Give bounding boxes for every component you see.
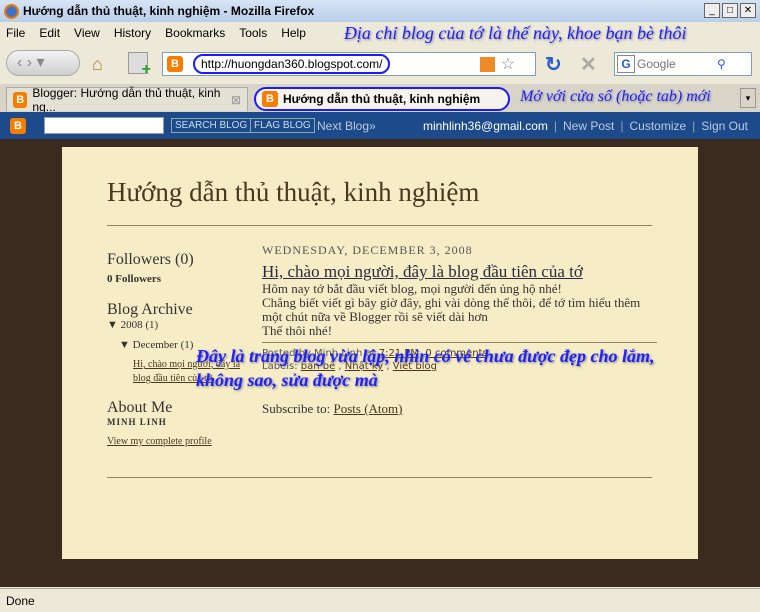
flag-blog-button[interactable]: FLAG BLOG xyxy=(250,118,315,133)
user-email: minhlinh36@gmail.com xyxy=(422,118,548,133)
post-title[interactable]: Hi, chào mọi người, đây là blog đầu tiên… xyxy=(262,262,657,282)
star-icon[interactable]: ☆ xyxy=(501,54,515,74)
menu-view[interactable]: View xyxy=(74,26,100,40)
followers-count: 0 Followers xyxy=(107,273,162,285)
firefox-icon xyxy=(4,3,19,19)
subscribe-link[interactable]: Posts (Atom) xyxy=(334,401,403,416)
google-icon[interactable]: G xyxy=(617,55,635,73)
home-icon[interactable]: ⌂ xyxy=(92,54,103,75)
blogger-navbar: B SEARCH BLOG FLAG BLOG Next Blog» minhl… xyxy=(0,112,760,139)
blogger-logo[interactable]: B xyxy=(10,117,26,134)
archive-heading: Blog Archive xyxy=(107,301,193,318)
page-annotation: Đây là trang blog vừa lập, nhìn có vẻ ch… xyxy=(196,346,655,390)
close-button[interactable]: ✕ xyxy=(740,3,756,18)
blogger-favicon: B xyxy=(262,91,278,107)
post-line: Thế thôi nhé! xyxy=(262,323,333,338)
post-body: Hôm nay tớ bắt đầu viết blog, mọi người … xyxy=(262,282,657,338)
menu-bar: File Edit View History Bookmarks Tools H… xyxy=(0,22,760,44)
tab-list-button[interactable]: ▾ xyxy=(740,88,756,108)
window-title: Hướng dẫn thủ thuật, kinh nghiệm - Mozil… xyxy=(23,4,315,18)
tab-blogger[interactable]: B Blogger: Hướng dẫn thủ thuật, kinh ng.… xyxy=(6,85,248,114)
tab-blog-active[interactable]: B Hướng dẫn thủ thuật, kinh nghiệm xyxy=(254,87,510,111)
reload-icon[interactable]: ↻ xyxy=(545,52,562,77)
url-text[interactable]: http://huongdan360.blogspot.com/ xyxy=(193,54,391,74)
tab-label: Hướng dẫn thủ thuật, kinh nghiệm xyxy=(283,92,481,106)
tab-label: Blogger: Hướng dẫn thủ thuật, kinh ng... xyxy=(32,85,221,114)
tab-annotation: Mở với cửa sổ (hoặc tab) mới xyxy=(520,88,711,105)
close-tab-icon[interactable]: ⊠ xyxy=(231,93,241,107)
add-bookmark-icon[interactable] xyxy=(128,52,151,79)
new-post-link[interactable]: New Post xyxy=(563,119,614,133)
about-heading: About Me xyxy=(107,399,173,416)
search-icon[interactable]: ⚲ xyxy=(717,57,726,71)
menu-bookmarks[interactable]: Bookmarks xyxy=(165,26,225,40)
blog-title: Hướng dẫn thủ thuật, kinh nghiệm xyxy=(107,177,480,207)
next-blog-link[interactable]: Next Blog» xyxy=(317,119,376,133)
address-bar[interactable]: B http://huongdan360.blogspot.com/ ☆ xyxy=(162,52,536,76)
post-line: Hôm nay tớ bắt đầu viết blog, mọi người … xyxy=(262,281,562,296)
sign-out-link[interactable]: Sign Out xyxy=(701,119,748,133)
title-bar: Hướng dẫn thủ thuật, kinh nghiệm - Mozil… xyxy=(0,0,760,22)
blogger-favicon: B xyxy=(167,56,183,72)
stop-icon[interactable]: ✕ xyxy=(580,52,597,77)
tab-bar: B Blogger: Hướng dẫn thủ thuật, kinh ng.… xyxy=(0,84,760,114)
menu-file[interactable]: File xyxy=(6,26,25,40)
archive-year[interactable]: ▼ 2008 (1) xyxy=(107,319,247,331)
post-date: Wednesday, December 3, 2008 xyxy=(262,243,473,257)
menu-history[interactable]: History xyxy=(114,26,151,40)
customize-link[interactable]: Customize xyxy=(629,119,686,133)
subscribe-label: Subscribe to: xyxy=(262,401,331,416)
menu-edit[interactable]: Edit xyxy=(39,26,60,40)
menu-tools[interactable]: Tools xyxy=(239,26,267,40)
search-blog-button[interactable]: SEARCH BLOG xyxy=(171,118,252,133)
status-text: Done xyxy=(6,593,35,608)
search-input[interactable] xyxy=(637,57,717,71)
blog-search-input[interactable] xyxy=(44,117,164,134)
menu-help[interactable]: Help xyxy=(281,26,306,40)
url-annotation: Địa chỉ blog của tớ là thế này, khoe bạn… xyxy=(343,22,687,43)
blogger-favicon: B xyxy=(13,91,28,108)
status-bar: Done xyxy=(0,588,760,612)
navigation-toolbar: ‹ › ▾ ⌂ B http://huongdan360.blogspot.co… xyxy=(0,44,760,82)
back-forward-button[interactable]: ‹ › ▾ xyxy=(6,50,80,76)
page-content: Hướng dẫn thủ thuật, kinh nghiệm Followe… xyxy=(0,139,760,587)
post-line: Chẳng biết viết gì bây giờ đây, ghi vài … xyxy=(262,295,641,324)
search-box[interactable]: G ⚲ xyxy=(614,52,752,76)
minimize-button[interactable]: _ xyxy=(704,3,720,18)
profile-link[interactable]: View my complete profile xyxy=(107,436,212,447)
author-name: MINH LINH xyxy=(107,417,167,427)
followers-heading: Followers (0) xyxy=(107,251,194,268)
rss-icon[interactable] xyxy=(480,57,495,72)
maximize-button[interactable]: □ xyxy=(722,3,738,18)
